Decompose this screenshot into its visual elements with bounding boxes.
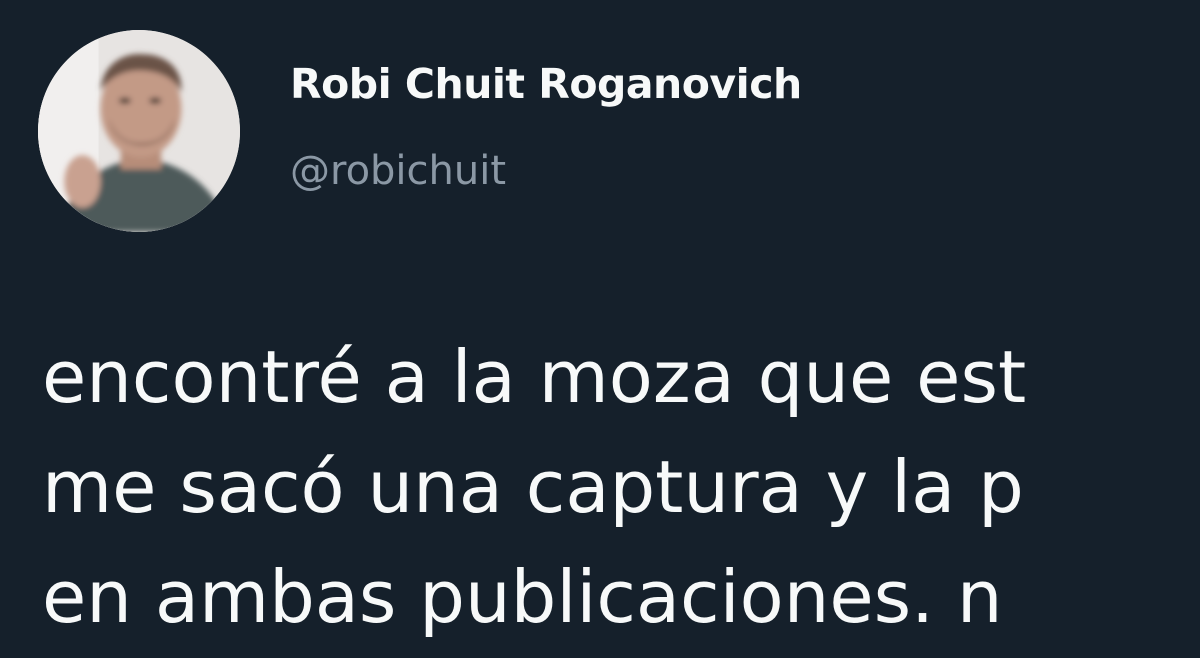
author-avatar[interactable] <box>38 30 240 232</box>
tweet-body: encontré a la moza que est me sacó una c… <box>42 322 1200 652</box>
tweet-card: Robi Chuit Roganovich @robichuit encontr… <box>0 0 1200 658</box>
author-handle[interactable]: @robichuit <box>290 148 506 194</box>
profile-photo-icon <box>38 30 240 232</box>
tweet-text-line: me sacó una captura y la p <box>42 445 1024 529</box>
author-display-name[interactable]: Robi Chuit Roganovich <box>290 60 802 108</box>
tweet-text-line: en ambas publicaciones. n <box>42 555 1003 639</box>
tweet-text-line: encontré a la moza que est <box>42 335 1027 419</box>
